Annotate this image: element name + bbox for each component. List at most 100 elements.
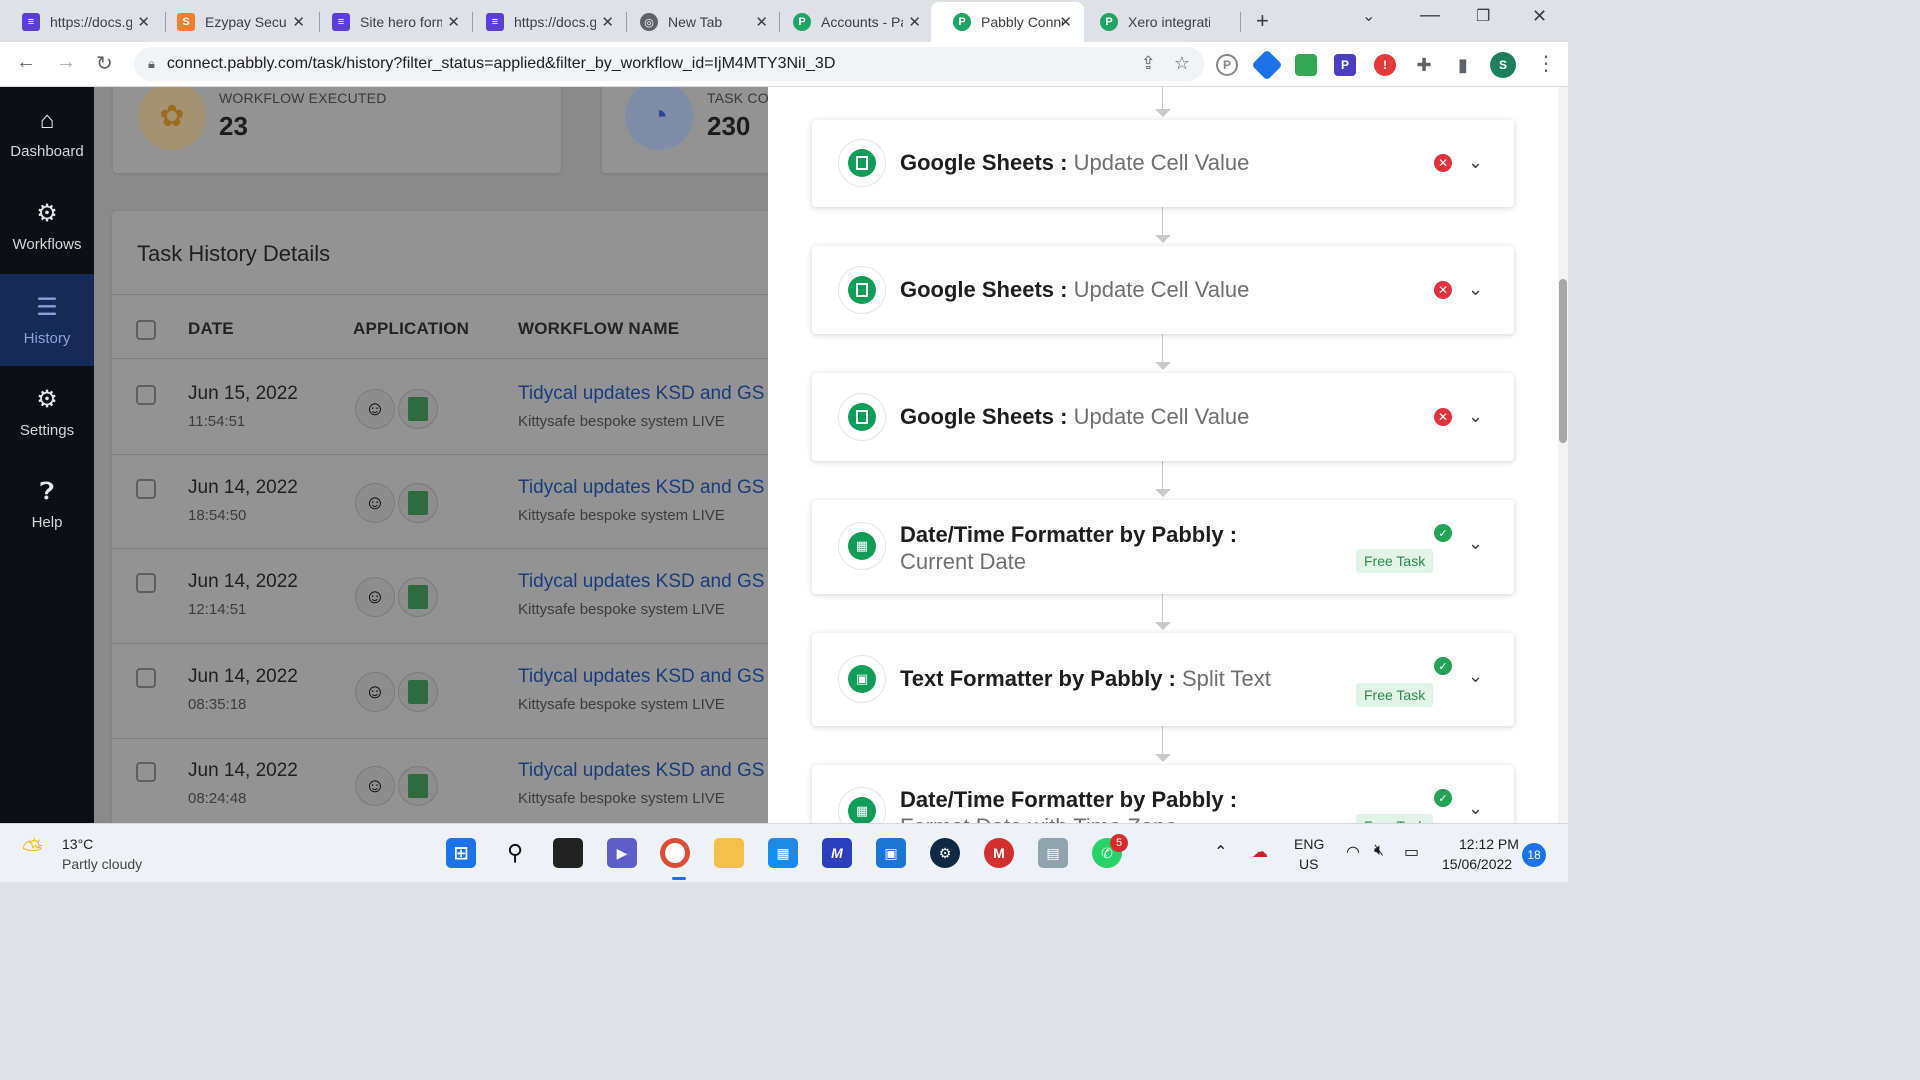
visual-studio-icon[interactable]: M bbox=[822, 838, 852, 868]
steam-icon[interactable]: ⚙ bbox=[930, 838, 960, 868]
column-header-date[interactable]: DATE bbox=[188, 319, 234, 339]
clock-date[interactable]: 15/06/2022 bbox=[1442, 856, 1512, 872]
chevron-down-icon[interactable]: ⌄ bbox=[1468, 279, 1483, 300]
close-tab-icon[interactable]: ✕ bbox=[908, 13, 921, 31]
browser-tab-7-active[interactable]: P Pabbly Connect ✕ bbox=[931, 2, 1084, 42]
close-tab-icon[interactable]: ✕ bbox=[601, 13, 614, 31]
mcafee-icon[interactable]: M bbox=[984, 838, 1014, 868]
side-panel-icon[interactable]: ▮ bbox=[1452, 54, 1474, 76]
forms-favicon-icon: ≡ bbox=[332, 13, 350, 31]
remote-desktop-icon[interactable]: ▣ bbox=[876, 838, 906, 868]
extension-folder-icon[interactable] bbox=[1295, 54, 1317, 76]
browser-tab-6[interactable]: P Accounts - Pabbly ✕ bbox=[771, 2, 933, 42]
browser-tab-4[interactable]: ≡ https://docs.google.com ✕ bbox=[464, 2, 626, 42]
row-checkbox[interactable] bbox=[136, 762, 156, 782]
language-indicator-top[interactable]: ENG bbox=[1294, 836, 1324, 852]
column-header-workflow-name[interactable]: WORKFLOW NAME bbox=[518, 319, 679, 339]
clock-time[interactable]: 12:12 PM bbox=[1459, 836, 1519, 852]
workflow-step[interactable]: Google Sheets : Update Cell Value ✕ ⌄ bbox=[812, 373, 1514, 461]
workflow-step[interactable]: ▣ Text Formatter by Pabbly : Split Text … bbox=[812, 633, 1514, 726]
column-header-application[interactable]: APPLICATION bbox=[353, 319, 469, 339]
windows-start-icon[interactable]: ⊞ bbox=[446, 838, 476, 868]
workflow-subtitle: Kittysafe bespoke system LIVE bbox=[518, 413, 725, 430]
browser-tab-8[interactable]: P Xero integration bbox=[1078, 2, 1240, 42]
row-checkbox[interactable] bbox=[136, 479, 156, 499]
close-tab-icon[interactable]: ✕ bbox=[447, 13, 460, 31]
forward-icon[interactable]: → bbox=[56, 51, 76, 74]
workflow-step[interactable]: Google Sheets : Update Cell Value ✕ ⌄ bbox=[812, 120, 1514, 207]
row-checkbox[interactable] bbox=[136, 385, 156, 405]
select-all-checkbox[interactable] bbox=[136, 320, 156, 340]
close-tab-icon[interactable]: ✕ bbox=[292, 13, 305, 31]
extension-diamond-icon[interactable] bbox=[1251, 49, 1283, 81]
workflow-step[interactable]: ▦ Date/Time Formatter by Pabbly : Format … bbox=[812, 765, 1514, 823]
workflow-step[interactable]: Google Sheets : Update Cell Value ✕ ⌄ bbox=[812, 246, 1514, 334]
sidebar-item-settings[interactable]: ⚙ Settings bbox=[0, 366, 94, 458]
step-app-name: Text Formatter by Pabbly : bbox=[900, 666, 1176, 691]
chevron-down-icon[interactable]: ⌄ bbox=[1468, 152, 1483, 173]
microsoft-store-icon[interactable]: ▦ bbox=[768, 838, 798, 868]
scrollbar-thumb[interactable] bbox=[1559, 279, 1567, 443]
close-tab-icon[interactable]: ✕ bbox=[1059, 13, 1072, 31]
weather-temperature[interactable]: 13°C bbox=[62, 836, 93, 852]
file-explorer-icon[interactable] bbox=[714, 838, 744, 868]
battery-icon[interactable]: ▭ bbox=[1404, 842, 1419, 862]
task-view-icon[interactable] bbox=[553, 838, 583, 868]
speaker-muted-icon[interactable]: 🔇︎ bbox=[1374, 842, 1384, 860]
language-indicator-bottom[interactable]: US bbox=[1299, 856, 1318, 872]
row-checkbox[interactable] bbox=[136, 668, 156, 688]
new-tab-button[interactable]: + bbox=[1256, 8, 1269, 34]
workflow-link[interactable]: Tidycal updates KSD and GS s bbox=[518, 383, 768, 405]
workflow-link[interactable]: Tidycal updates KSD and GS s bbox=[518, 666, 768, 688]
chevron-up-icon[interactable]: ⌃ bbox=[1214, 842, 1227, 862]
chrome-icon[interactable] bbox=[660, 838, 690, 868]
browser-tab-3[interactable]: ≡ Site hero form ✕ bbox=[310, 2, 472, 42]
workflow-link[interactable]: Tidycal updates KSD and GS s bbox=[518, 477, 768, 499]
success-status-icon: ✓ bbox=[1434, 657, 1452, 675]
row-checkbox[interactable] bbox=[136, 573, 156, 593]
browser-tab-5[interactable]: ◎ New Tab ✕ bbox=[618, 2, 780, 42]
reload-icon[interactable]: ↻ bbox=[96, 51, 113, 76]
sidebar-item-help[interactable]: ❓︎ Help bbox=[0, 458, 94, 550]
teams-chat-icon[interactable]: ▶ bbox=[607, 838, 637, 868]
chevron-down-icon[interactable]: ⌄ bbox=[1468, 666, 1483, 687]
onedrive-error-icon[interactable]: ☁︎ bbox=[1252, 842, 1268, 862]
workflow-step[interactable]: ▦ Date/Time Formatter by Pabbly : Current… bbox=[812, 500, 1514, 594]
restore-icon[interactable]: ❐ bbox=[1476, 6, 1490, 26]
browser-tab-2[interactable]: S Ezypay Security ✕ bbox=[155, 2, 317, 42]
close-tab-icon[interactable]: ✕ bbox=[755, 13, 768, 31]
extension-p-icon[interactable]: P bbox=[1216, 54, 1238, 76]
tab-search-icon[interactable]: ⌄ bbox=[1362, 6, 1375, 26]
chevron-down-icon[interactable]: ⌄ bbox=[1468, 533, 1483, 554]
profile-avatar[interactable]: S bbox=[1490, 52, 1516, 78]
row-time: 18:54:50 bbox=[188, 507, 247, 524]
back-icon[interactable]: ← bbox=[16, 51, 36, 74]
sheets-icon bbox=[838, 139, 886, 187]
lock-icon: 🔒︎ bbox=[148, 56, 155, 71]
panel-scrollbar[interactable] bbox=[1558, 87, 1568, 823]
extension-red-icon[interactable]: ! bbox=[1374, 54, 1396, 76]
workflow-link[interactable]: Tidycal updates KSD and GS s bbox=[518, 760, 768, 782]
photos-icon[interactable]: ▤ bbox=[1038, 838, 1068, 868]
share-icon[interactable]: ⇪ bbox=[1141, 53, 1156, 74]
weather-partly-cloudy-icon[interactable]: ⛅︎ bbox=[22, 834, 43, 866]
sidebar-item-dashboard[interactable]: ⌂ Dashboard bbox=[0, 87, 94, 179]
browser-tab-1[interactable]: ≡ https://docs.google.com ✕ bbox=[0, 2, 162, 42]
chevron-down-icon[interactable]: ⌄ bbox=[1468, 406, 1483, 427]
close-window-icon[interactable]: ✕ bbox=[1532, 6, 1547, 27]
browser-menu-icon[interactable]: ⋮ bbox=[1536, 51, 1556, 76]
weather-description[interactable]: Partly cloudy bbox=[62, 856, 142, 872]
search-icon[interactable]: ⚲ bbox=[500, 838, 530, 868]
minimize-icon[interactable]: — bbox=[1420, 4, 1440, 27]
notification-count-badge[interactable]: 18 bbox=[1522, 843, 1546, 867]
wifi-icon[interactable]: ◠ bbox=[1346, 842, 1360, 862]
sidebar-item-history[interactable]: ☰ History bbox=[0, 274, 94, 366]
close-tab-icon[interactable]: ✕ bbox=[137, 13, 150, 31]
chevron-down-icon[interactable]: ⌄ bbox=[1468, 798, 1483, 819]
sidebar-item-workflows[interactable]: ⚙ Workflows bbox=[0, 180, 94, 272]
extension-purple-icon[interactable]: P bbox=[1334, 54, 1356, 76]
address-bar[interactable]: 🔒︎ connect.pabbly.com/task/history?filte… bbox=[134, 47, 1204, 81]
extensions-puzzle-icon[interactable]: ✚ bbox=[1413, 54, 1435, 76]
workflow-link[interactable]: Tidycal updates KSD and GS s bbox=[518, 571, 768, 593]
bookmark-star-icon[interactable]: ☆ bbox=[1174, 53, 1190, 74]
